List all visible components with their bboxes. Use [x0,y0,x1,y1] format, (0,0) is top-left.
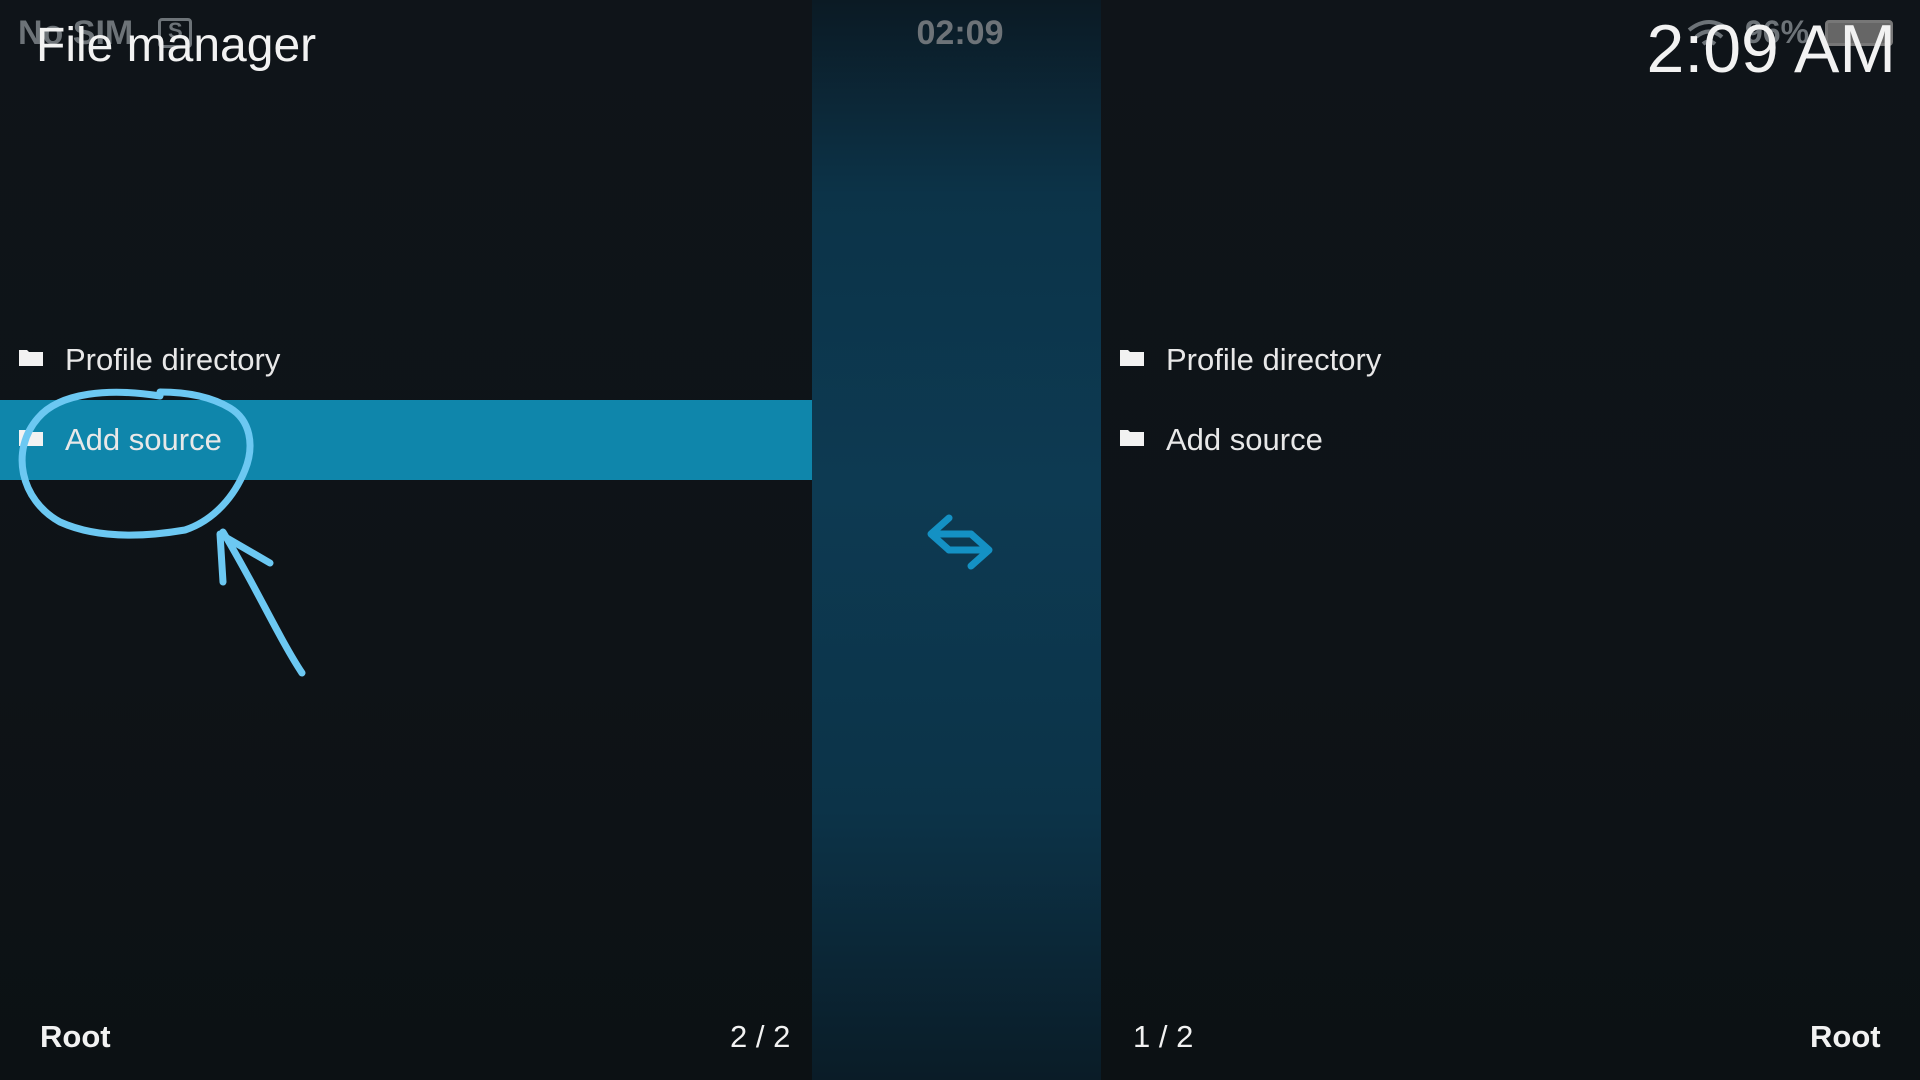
list-item-label: Profile directory [1166,342,1382,377]
page-title: File manager [36,19,317,72]
list-item[interactable]: Profile directory [0,320,812,400]
right-path-label: Root [1810,1019,1881,1054]
list-item[interactable]: Profile directory [1101,320,1920,400]
left-item-count: 2 / 2 [730,1019,791,1054]
list-item-selected[interactable]: Add source [0,400,812,480]
swap-panes-icon[interactable] [925,512,995,572]
folder-icon [19,350,43,366]
left-path-label: Root [40,1019,111,1054]
right-pane [1101,0,1920,1080]
left-pane [0,0,812,1080]
list-item-label: Add source [1166,422,1323,457]
status-time: 02:09 [916,14,1004,52]
list-item[interactable]: Add source [1101,400,1920,480]
list-item-label: Add source [65,422,222,457]
clock: 2:09 AM [1646,11,1897,87]
list-item-label: Profile directory [65,342,281,377]
folder-icon [19,430,43,446]
right-item-count: 1 / 2 [1133,1019,1194,1054]
folder-icon [1120,430,1144,446]
folder-icon [1120,350,1144,366]
